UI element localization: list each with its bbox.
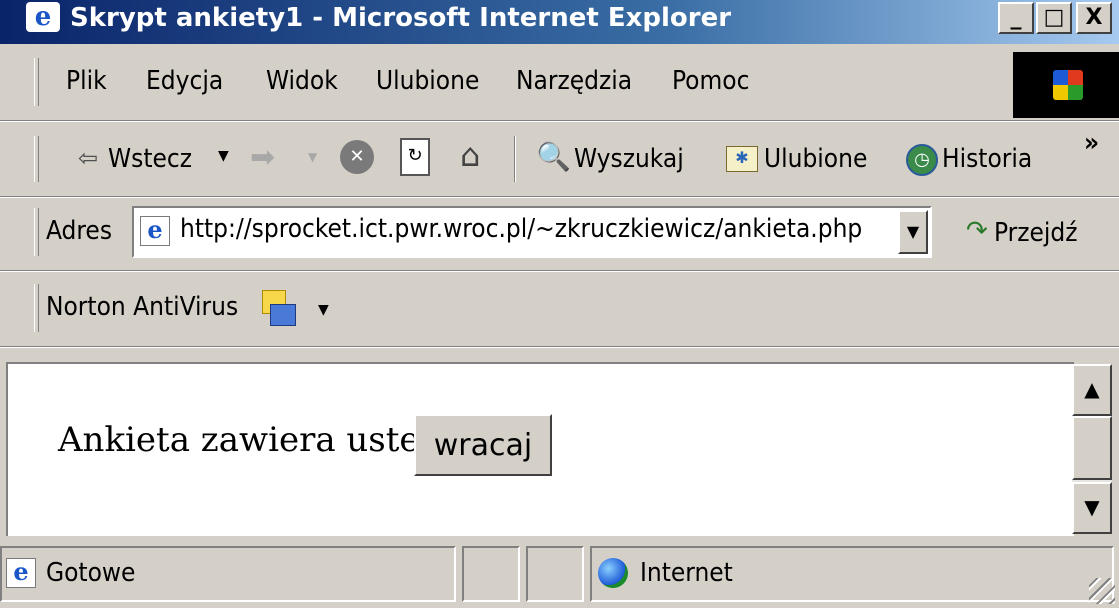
go-label: Przejdź (994, 218, 1078, 248)
norton-grip[interactable] (34, 284, 39, 332)
ie-logo-icon: e (26, 2, 60, 32)
title-bar[interactable]: e Skrypt ankiety1 - Microsoft Internet E… (0, 0, 1119, 44)
status-bar: e Gotowe Internet (0, 540, 1119, 608)
forward-dropdown-icon: ▼ (308, 150, 318, 164)
toolbar-grip[interactable] (34, 136, 39, 182)
norton-toolbar: Norton AntiVirus ▼ (0, 272, 1119, 344)
menu-edit[interactable]: Edycja (146, 52, 223, 110)
status-pane-zone: Internet (590, 546, 1114, 602)
go-button[interactable]: ↷ Przejdź (956, 212, 1106, 256)
back-dropdown-icon: ▼ (218, 148, 229, 164)
back-label: Wstecz (108, 144, 193, 174)
search-label: Wyszukaj (574, 144, 684, 174)
globe-icon (598, 558, 628, 588)
divider (0, 346, 1119, 348)
menu-grip[interactable] (34, 58, 39, 106)
resize-grip-icon[interactable] (1089, 578, 1115, 604)
maximize-button[interactable]: □ (1036, 2, 1072, 34)
scroll-down-button[interactable]: ▼ (1072, 482, 1112, 534)
close-button[interactable]: X (1076, 2, 1112, 34)
status-pane (462, 546, 520, 602)
norton-antivirus-icon[interactable] (262, 290, 296, 326)
search-icon: 🔍 (536, 140, 571, 173)
refresh-icon[interactable]: ↻ (400, 138, 430, 176)
norton-dropdown-icon[interactable]: ▼ (318, 302, 329, 318)
forward-arrow-icon: ➡ (250, 140, 276, 175)
minimize-button[interactable]: _ (998, 2, 1034, 34)
status-pane (526, 546, 584, 602)
address-dropdown-button[interactable]: ▼ (898, 210, 928, 254)
scroll-up-button[interactable]: ▲ (1072, 364, 1112, 416)
address-input[interactable]: e http://sprocket.ict.pwr.wroc.pl/~zkruc… (132, 206, 932, 258)
menu-file[interactable]: Plik (66, 52, 107, 110)
home-icon[interactable]: ⌂ (460, 136, 480, 174)
favorites-button[interactable]: ✱ Ulubione (726, 136, 882, 182)
menu-tools[interactable]: Narzędzia (516, 52, 632, 110)
history-label: Historia (942, 144, 1033, 174)
windows-logo-icon (1013, 52, 1119, 118)
status-pane-main: e Gotowe (0, 546, 456, 602)
divider (0, 120, 1119, 122)
window-title: Skrypt ankiety1 - Microsoft Internet Exp… (70, 3, 732, 33)
go-arrow-icon: ↷ (966, 216, 988, 246)
back-arrow-icon: ⇦ (78, 144, 99, 172)
address-url: http://sprocket.ict.pwr.wroc.pl/~zkruczk… (180, 214, 863, 244)
search-button[interactable]: 🔍 Wyszukaj (534, 136, 700, 182)
status-text: Gotowe (46, 558, 136, 588)
address-grip[interactable] (34, 208, 39, 256)
page-ie-icon: e (140, 216, 170, 246)
history-button[interactable]: ◷ Historia (906, 136, 1056, 182)
back-page-button[interactable]: wracaj (414, 414, 552, 476)
stop-icon[interactable]: ✕ (340, 140, 374, 174)
menu-view[interactable]: Widok (266, 52, 338, 110)
menu-bar: Plik Edycja Widok Ulubione Narzędzia Pom… (0, 44, 1119, 118)
zone-text: Internet (640, 558, 733, 588)
error-message: Ankieta zawiera usterki (58, 420, 468, 460)
back-button[interactable]: ⇦ Wstecz ▼ (66, 136, 236, 182)
menu-help[interactable]: Pomoc (672, 52, 749, 110)
norton-label: Norton AntiVirus (46, 292, 239, 322)
favorites-label: Ulubione (764, 144, 868, 174)
menu-favorites[interactable]: Ulubione (376, 52, 479, 110)
scroll-thumb[interactable] (1072, 416, 1112, 480)
status-page-icon: e (6, 558, 36, 588)
toolbar-separator (514, 136, 516, 182)
standard-toolbar: ⇦ Wstecz ▼ ➡ ▼ ✕ ↻ ⌂ 🔍 Wyszukaj ✱ Ulubio… (0, 124, 1119, 194)
vertical-scrollbar[interactable]: ▲ ▼ (1072, 364, 1112, 534)
forward-button[interactable]: ➡ ▼ (248, 136, 324, 182)
toolbar-overflow-icon[interactable]: » (1084, 128, 1099, 158)
favorites-folder-icon: ✱ (726, 146, 758, 172)
history-clock-icon: ◷ (906, 144, 938, 176)
page-content: Ankieta zawiera usterki wracaj (6, 362, 1074, 536)
address-label: Adres (46, 216, 113, 246)
